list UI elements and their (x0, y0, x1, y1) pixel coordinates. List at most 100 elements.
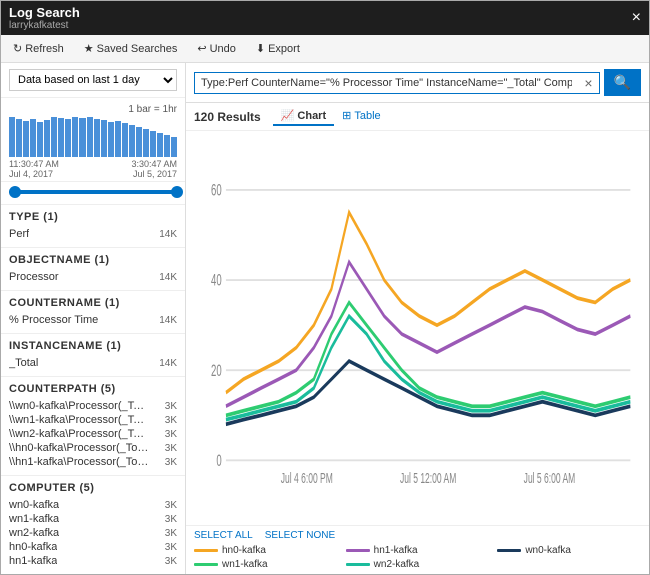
facet-item[interactable]: \\hn1-kafka\Processor(_Total)\% Processo… (9, 455, 177, 469)
facet-section: INSTANCENAME (1) _Total 14K (1, 334, 185, 377)
mini-bar (58, 118, 64, 157)
search-button[interactable]: 🔍 (604, 69, 641, 96)
facet-item-label: _Total (9, 357, 38, 369)
mini-bar (51, 117, 57, 157)
clear-icon[interactable]: × (578, 73, 598, 93)
legend-item-label: wn2-kafka (374, 559, 420, 570)
facet-item-label: \\wn0-kafka\Processor(_Total)\% Processo… (9, 400, 149, 412)
select-all-link[interactable]: SELECT ALL (194, 530, 253, 541)
facet-item[interactable]: wn0-kafka3K (9, 498, 177, 512)
export-label: Export (268, 43, 300, 55)
star-icon: ★ (84, 42, 94, 55)
facet-item[interactable]: wn1-kafka3K (9, 512, 177, 526)
legend-item-label: hn0-kafka (222, 545, 266, 556)
refresh-icon: ↻ (13, 42, 22, 55)
slider-thumb-left[interactable] (9, 186, 21, 198)
facet-item[interactable]: hn0-kafka3K (9, 540, 177, 554)
legend-area: SELECT ALL SELECT NONE hn0-kafka hn1-kafk… (186, 525, 649, 574)
time-filter: Data based on last 1 day (1, 63, 185, 98)
search-icon: 🔍 (614, 74, 631, 90)
facet-item-count: 3K (165, 401, 177, 412)
main-chart: 0204060Jul 4 6:00 PMJul 5 12:00 AMJul 5 … (194, 139, 641, 517)
facet-title: TYPE (1) (9, 211, 177, 223)
search-input[interactable] (195, 73, 578, 93)
facet-item[interactable]: _Total 14K (9, 356, 177, 370)
mini-bars (9, 117, 177, 157)
facet-item-count: 3K (165, 500, 177, 511)
facet-item[interactable]: \\hn0-kafka\Processor(_Total)\% Processo… (9, 441, 177, 455)
mini-bar (171, 137, 177, 157)
facet-item-count: 3K (165, 415, 177, 426)
slider-thumb-right[interactable] (171, 186, 183, 198)
facet-item-count: 14K (159, 358, 177, 369)
facet-item-label: hn1-kafka (9, 555, 57, 567)
mini-bar (9, 117, 15, 157)
mini-bar (101, 120, 107, 157)
legend-item-label: wn1-kafka (222, 559, 268, 570)
refresh-button[interactable]: ↻ Refresh (9, 40, 68, 57)
legend-item[interactable]: wn1-kafka (194, 559, 338, 570)
mini-bar (44, 120, 50, 157)
legend-items: hn0-kafka hn1-kafka wn0-kafka wn1-kafka wn2-… (194, 545, 641, 570)
facet-item[interactable]: Processor14K (9, 270, 177, 284)
mini-bar (115, 121, 121, 157)
chart-series-hn1-kafka[interactable] (226, 262, 630, 406)
chart-series-wn2-kafka[interactable] (226, 316, 630, 420)
legend-item[interactable]: wn0-kafka (497, 545, 641, 556)
facet-item-label: wn2-kafka (9, 527, 59, 539)
main-content: Data based on last 1 day 1 bar = 1hr 11:… (1, 63, 649, 574)
mini-bar (72, 117, 78, 157)
facet-item[interactable]: % Processor Time14K (9, 313, 177, 327)
legend-color-swatch (497, 549, 521, 552)
mini-bar (94, 119, 100, 157)
chart-series-hn0-kafka[interactable] (226, 212, 630, 392)
undo-label: Undo (210, 43, 236, 55)
facet-item-label: wn1-kafka (9, 513, 59, 525)
chart-tab-label: Chart (297, 110, 326, 122)
facet-item-count: 3K (165, 528, 177, 539)
facet-item-label: \\hn1-kafka\Processor(_Total)\% Processo… (9, 456, 149, 468)
slider-track (9, 190, 177, 194)
mini-bar (122, 123, 128, 157)
facet-title: INSTANCENAME (1) (9, 340, 177, 352)
select-none-link[interactable]: SELECT NONE (265, 530, 335, 541)
mini-bar (143, 129, 149, 157)
table-tab-label: Table (354, 110, 380, 122)
mini-bar (79, 118, 85, 157)
mini-bar (87, 117, 93, 157)
facet-item[interactable]: wn2-kafka 3K (9, 526, 177, 540)
facet-item-count: 14K (159, 229, 177, 240)
legend-color-swatch (194, 549, 218, 552)
facet-item[interactable]: \\wn0-kafka\Processor(_Total)\% Processo… (9, 399, 177, 413)
legend-item[interactable]: hn0-kafka (194, 545, 338, 556)
facet-item-label: \\wn1-kafka\Processor(_Total)\% Processo… (9, 414, 149, 426)
facet-title: COUNTERPATH (5) (9, 383, 177, 395)
range-slider[interactable] (1, 182, 185, 205)
facet-item[interactable]: \\wn2-kafka\Processor(_Total)\% Processo… (9, 427, 177, 441)
time-filter-select[interactable]: Data based on last 1 day (9, 69, 177, 91)
facet-item-label: \\hn0-kafka\Processor(_Total)\% Processo… (9, 442, 149, 454)
facet-item[interactable]: hn1-kafka3K (9, 554, 177, 568)
mini-bar (157, 133, 163, 157)
facet-item[interactable]: Perf14K (9, 227, 177, 241)
saved-searches-button[interactable]: ★ Saved Searches (80, 40, 182, 57)
facet-item[interactable]: \\wn1-kafka\Processor(_Total)\% Processo… (9, 413, 177, 427)
legend-item[interactable]: hn1-kafka (346, 545, 490, 556)
undo-button[interactable]: ↩ Undo (193, 40, 240, 57)
mini-bar (30, 119, 36, 157)
legend-color-swatch (346, 549, 370, 552)
facet-item-count: 3K (165, 443, 177, 454)
legend-item[interactable]: wn2-kafka (346, 559, 490, 570)
facet-item-label: % Processor Time (9, 314, 98, 326)
tab-table[interactable]: ⊞ Table (334, 107, 389, 126)
title-bar: Log Search larrykafkatest × (1, 1, 649, 35)
svg-text:0: 0 (216, 451, 222, 469)
mini-bar (129, 125, 135, 157)
tab-chart[interactable]: 📈 Chart (273, 107, 334, 126)
export-button[interactable]: ⬇ Export (252, 40, 304, 57)
mini-bar (16, 119, 22, 157)
close-button[interactable]: × (632, 9, 641, 27)
facet-section: OBJECTNAME (1)Processor14K (1, 248, 185, 291)
svg-text:60: 60 (211, 181, 222, 199)
legend-color-swatch (346, 563, 370, 566)
